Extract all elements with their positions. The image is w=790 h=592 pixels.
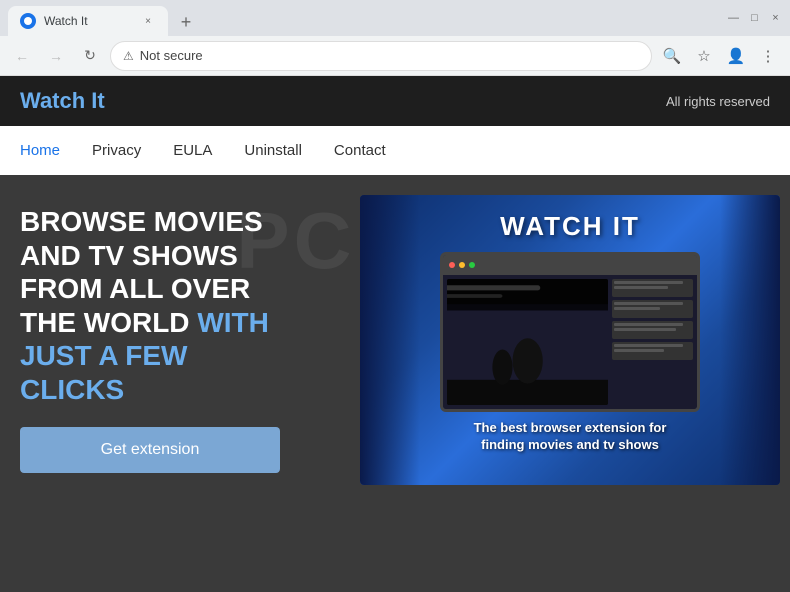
maximize-button[interactable]: □ [748, 12, 761, 25]
new-tab-button[interactable]: + [172, 8, 200, 36]
bookmark-icon[interactable]: ☆ [690, 42, 718, 70]
toolbar-icons: 🔍 ☆ 👤 ⋮ [658, 42, 782, 70]
promo-sidebar-item-3 [612, 321, 693, 339]
promo-title: WATCH IT [500, 211, 640, 242]
sidebar-line [614, 344, 683, 347]
promo-subtitle: The best browser extension forfinding mo… [474, 420, 667, 454]
tab-title: Watch It [44, 14, 132, 28]
nav-contact[interactable]: Contact [318, 138, 402, 163]
window-controls: — □ × [727, 12, 782, 25]
promo-sidebar-area [612, 279, 693, 405]
site-tagline: All rights reserved [666, 94, 770, 109]
dot-green [469, 262, 475, 268]
tab-favicon [20, 13, 36, 29]
sidebar-line [614, 302, 683, 305]
promo-inner: WATCH IT [360, 195, 780, 485]
site-main: PCRI5K BROWSE MOVIESAND TV SHOWSFROM ALL… [0, 185, 790, 485]
not-secure-icon: ⚠ [123, 49, 134, 63]
sidebar-line [614, 328, 675, 331]
promo-sidebar-item-4 [612, 342, 693, 360]
search-icon[interactable]: 🔍 [658, 42, 686, 70]
nav-home[interactable]: Home [20, 138, 76, 163]
sidebar-line [614, 349, 664, 352]
dot-red [449, 262, 455, 268]
sidebar-line [614, 323, 683, 326]
get-extension-button[interactable]: Get extension [20, 427, 280, 473]
address-bar: ← → ↻ ⚠ Not secure 🔍 ☆ 👤 ⋮ [0, 36, 790, 76]
forward-button[interactable]: → [42, 42, 70, 70]
site-logo[interactable]: Watch It [20, 88, 105, 114]
account-icon[interactable]: 👤 [722, 42, 750, 70]
promo-laptop [440, 252, 700, 412]
sidebar-line [614, 281, 683, 284]
title-bar: Watch It × + — □ × [0, 0, 790, 36]
site-header: Watch It All rights reserved [0, 76, 790, 126]
promo-section: WATCH IT [360, 185, 780, 485]
hero-section: BROWSE MOVIESAND TV SHOWSFROM ALL OVERTH… [20, 185, 340, 485]
back-button[interactable]: ← [8, 42, 36, 70]
promo-sidebar-item-1 [612, 279, 693, 297]
browser-window: Watch It × + — □ × ← → ↻ ⚠ Not secure 🔍 … [0, 0, 790, 76]
hero-text: BROWSE MOVIESAND TV SHOWSFROM ALL OVERTH… [20, 205, 340, 407]
promo-laptop-content [443, 275, 697, 409]
reload-button[interactable]: ↻ [76, 42, 104, 70]
promo-image: WATCH IT [360, 195, 780, 485]
promo-laptop-topbar [443, 255, 697, 275]
sidebar-line [614, 286, 668, 289]
dot-yellow [459, 262, 465, 268]
url-bar[interactable]: ⚠ Not secure [110, 41, 652, 71]
tab-area: Watch It × + [8, 0, 200, 36]
sidebar-line [614, 307, 660, 310]
nav-eula[interactable]: EULA [157, 138, 228, 163]
nav-uninstall[interactable]: Uninstall [228, 138, 318, 163]
not-secure-label: Not secure [140, 48, 203, 63]
active-tab[interactable]: Watch It × [8, 6, 168, 36]
promo-sidebar-item-2 [612, 300, 693, 318]
website-content: Watch It All rights reserved Home Privac… [0, 76, 790, 592]
site-navigation: Home Privacy EULA Uninstall Contact [0, 126, 790, 175]
close-window-button[interactable]: × [769, 12, 782, 25]
minimize-button[interactable]: — [727, 12, 740, 25]
menu-icon[interactable]: ⋮ [754, 42, 782, 70]
tab-close-button[interactable]: × [140, 13, 156, 29]
promo-movie-scene [447, 279, 608, 405]
nav-privacy[interactable]: Privacy [76, 138, 157, 163]
promo-laptop-screen [443, 255, 697, 409]
promo-main-area [447, 279, 608, 405]
